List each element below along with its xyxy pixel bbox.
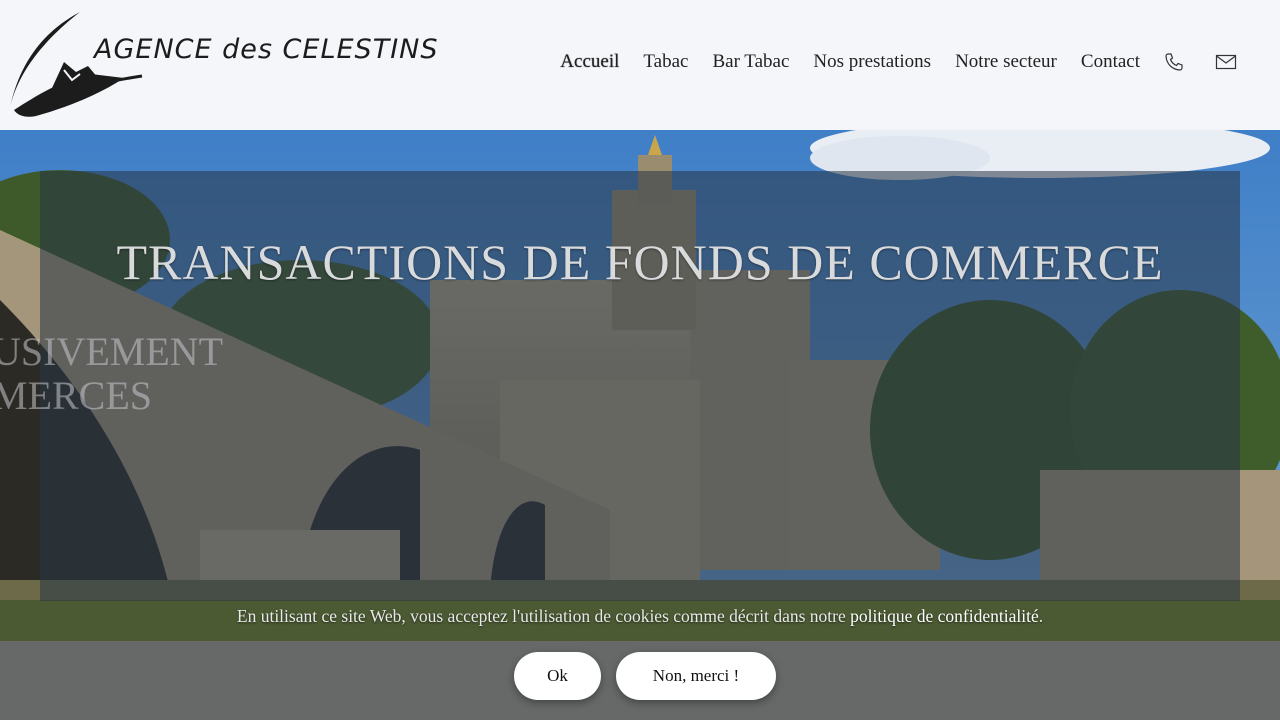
nav-item-nos-prestations[interactable]: Nos prestations	[813, 51, 931, 73]
nav-item-bar-tabac[interactable]: Bar Tabac	[712, 51, 789, 73]
cookie-notice-text: En utilisant ce site Web, vous acceptez …	[0, 606, 1280, 627]
logo-swoosh-icon	[10, 12, 143, 117]
cookie-decline-button[interactable]: Non, merci !	[616, 652, 776, 700]
hero-subtitle-partial: USIVEMENT MERCES	[0, 330, 223, 418]
brand-name: AGENCE des CELESTINS	[94, 34, 439, 65]
cookie-text-before: En utilisant ce site Web, vous acceptez …	[236, 606, 851, 626]
privacy-policy-link[interactable]: politique de confidentialité	[850, 606, 1039, 626]
nav-item-notre-secteur[interactable]: Notre secteur	[955, 51, 1057, 73]
nav-item-accueil[interactable]: Accueil	[560, 51, 619, 73]
nav-item-tabac[interactable]: Tabac	[643, 51, 688, 73]
hero-subtitle-line-2: MERCES	[0, 373, 153, 418]
brand-logo[interactable]: AGENCE des CELESTINS	[6, 10, 438, 122]
main-nav: Accueil Tabac Bar Tabac Nos prestations …	[536, 50, 1238, 74]
cookie-text-after: .	[1038, 606, 1044, 626]
nav-item-contact[interactable]: Contact	[1081, 51, 1140, 73]
phone-icon[interactable]	[1162, 50, 1186, 74]
site-header: AGENCE des CELESTINS Accueil Tabac Bar T…	[0, 0, 1280, 130]
hero-title: TRANSACTIONS DE FONDS DE COMMERCE	[116, 234, 1164, 290]
hero-section: TRANSACTIONS DE FONDS DE COMMERCE USIVEM…	[0, 130, 1280, 720]
cookie-bar: Ok Non, merci !	[0, 641, 1280, 720]
hero-subtitle-line-1: USIVEMENT	[0, 329, 224, 374]
cookie-accept-button[interactable]: Ok	[514, 652, 601, 700]
mail-icon[interactable]	[1214, 50, 1238, 74]
